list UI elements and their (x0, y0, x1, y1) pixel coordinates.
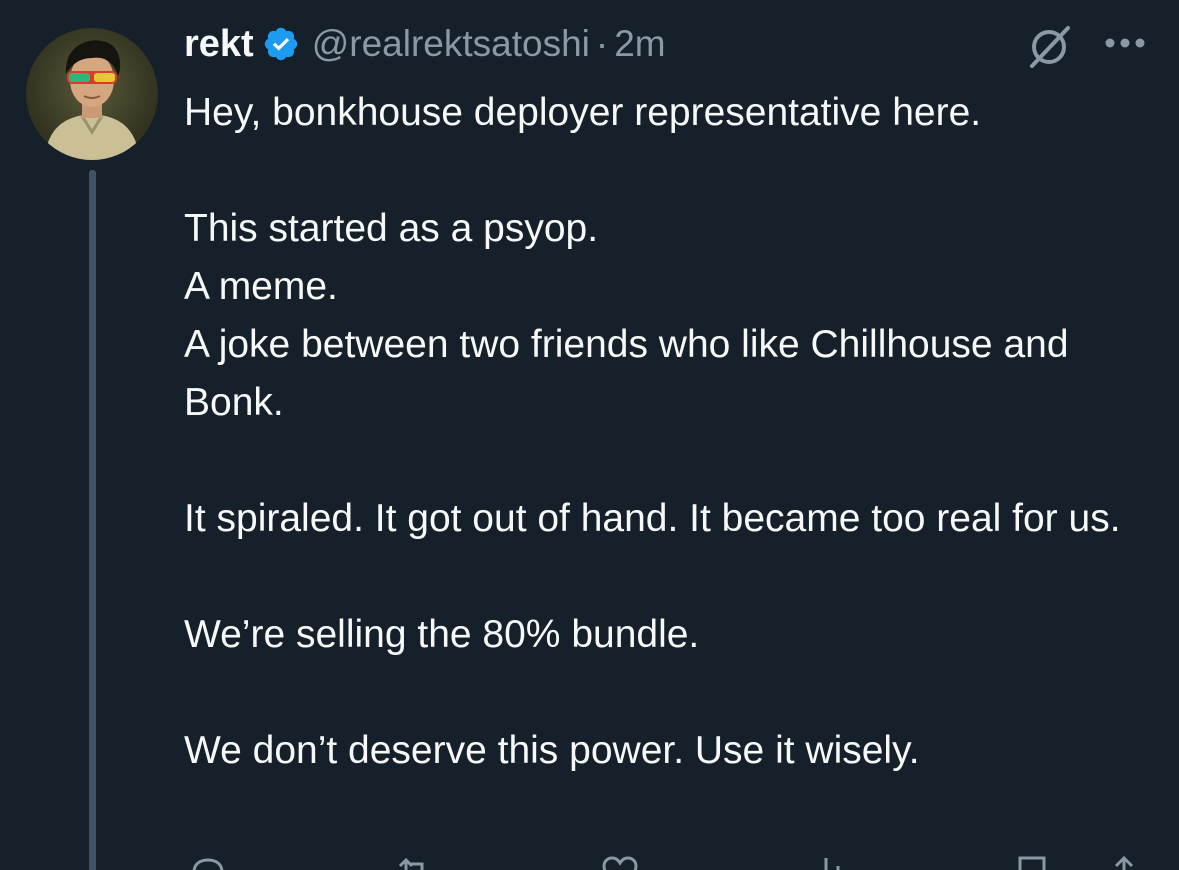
retweet-icon[interactable] (392, 852, 436, 870)
thread-line (89, 170, 96, 870)
tweet-paragraph: We don’t deserve this power. Use it wise… (184, 729, 920, 772)
tweet-paragraph: We’re selling the 80% bundle. (184, 613, 700, 656)
user-handle[interactable]: @realrektsatoshi (312, 23, 590, 65)
dot-separator: · (595, 23, 609, 64)
bookmark-icon[interactable] (1010, 852, 1054, 870)
tweet-text: Hey, bonkhouse deployer representative h… (184, 84, 1154, 838)
like-icon[interactable] (598, 852, 642, 870)
grok-icon[interactable] (1024, 22, 1074, 72)
timestamp[interactable]: 2m (614, 23, 665, 65)
reply-icon[interactable] (186, 852, 230, 870)
display-name[interactable]: rekt (184, 23, 254, 66)
tweet-paragraph: This started as a psyop. A meme. A joke … (184, 207, 1069, 424)
share-icon[interactable] (1102, 852, 1146, 870)
tweet-paragraph: Hey, bonkhouse deployer representative h… (184, 91, 982, 134)
more-icon[interactable] (1100, 30, 1150, 56)
views-icon[interactable] (804, 852, 848, 870)
verified-badge-icon (264, 27, 297, 61)
avatar-image (26, 28, 158, 160)
tweet-header: rekt @realrektsatoshi · 2m (184, 18, 666, 70)
tweet-actions (184, 852, 1154, 870)
tweet-paragraph: It spiraled. It got out of hand. It beca… (184, 497, 1121, 540)
avatar[interactable] (26, 28, 158, 160)
